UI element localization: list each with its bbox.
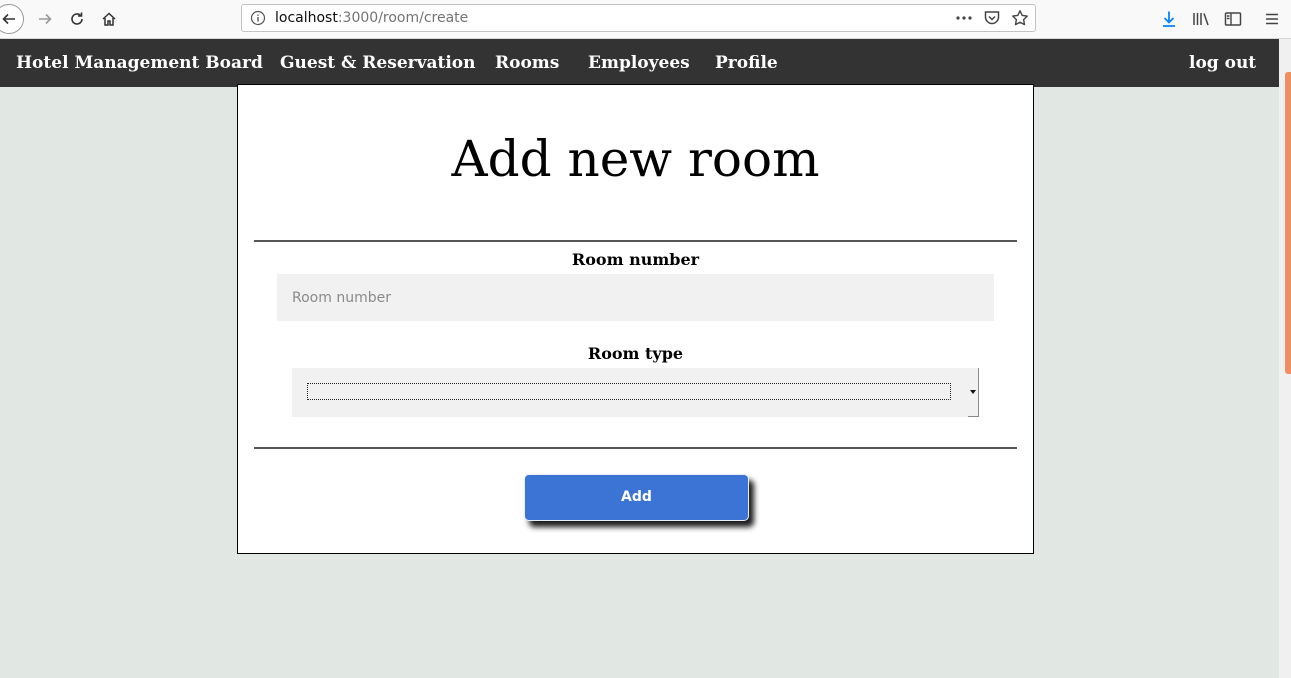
more-icon[interactable] [955,10,973,30]
room-number-label: Room number [571,250,700,269]
browser-toolbar: localhost:3000/room/create [0,0,1291,39]
sidebar-icon[interactable] [1221,7,1245,31]
address-bar[interactable]: localhost:3000/room/create [241,4,1036,32]
add-button[interactable]: Add [524,474,749,521]
room-type-selected-value [307,383,951,400]
brand-link[interactable]: Hotel Management Board [16,39,263,87]
scrollbar-thumb[interactable] [1285,72,1291,374]
url-host: localhost [275,10,338,26]
top-divider [254,240,1017,242]
room-type-label: Room type [587,344,684,363]
chevron-down-icon[interactable] [968,368,979,417]
menu-icon[interactable] [1260,7,1284,31]
main-navbar: Hotel Management Board Guest & Reservati… [0,39,1279,87]
add-room-card: Add new room Room number Room type Add [237,84,1034,554]
reload-icon[interactable] [65,7,89,31]
nav-item-employees[interactable]: Employees [588,39,690,87]
nav-item-profile[interactable]: Profile [715,39,778,87]
nav-item-rooms[interactable]: Rooms [495,39,559,87]
room-number-input[interactable] [277,274,994,321]
bottom-divider [254,447,1017,449]
bookmark-star-icon[interactable] [1011,9,1029,31]
logout-link[interactable]: log out [1189,39,1256,87]
home-icon[interactable] [97,7,121,31]
pocket-icon[interactable] [983,9,1001,31]
library-icon[interactable] [1189,7,1213,31]
forward-icon[interactable] [33,7,57,31]
room-type-select[interactable] [292,368,979,417]
nav-item-guest-reservation[interactable]: Guest & Reservation [280,39,476,87]
page-title: Add new room [451,130,820,188]
back-icon[interactable] [0,4,24,34]
url-path: :3000/room/create [337,10,469,26]
download-icon[interactable] [1157,7,1181,31]
url-text: localhost:3000/room/create [275,10,468,26]
info-icon[interactable] [250,10,266,30]
